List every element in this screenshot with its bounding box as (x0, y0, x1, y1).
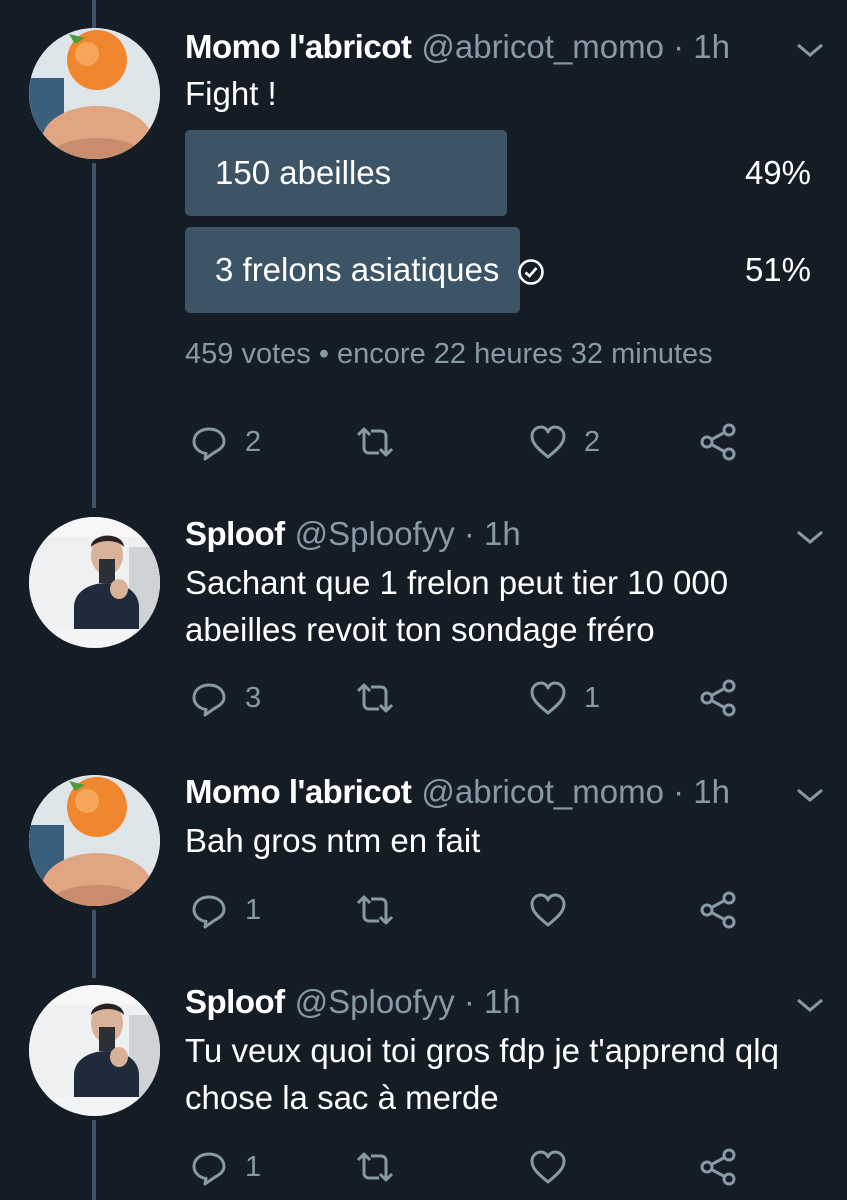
tweet-header: Momo l'abricot @abricot_momo · 1h (185, 28, 730, 72)
tweet-header: Momo l'abricot @abricot_momo · 1h (185, 773, 730, 817)
check-circle-icon (518, 259, 545, 286)
poll-option-text: 3 frelons asiatiques (215, 251, 500, 288)
share-button[interactable] (698, 1142, 738, 1192)
tweet-text: Tu veux quoi toi gros fdp je t'apprend q… (185, 1032, 779, 1116)
reply-icon (192, 1152, 226, 1186)
author-handle[interactable]: @Sploofyy · 1h (295, 515, 521, 553)
retweet-button[interactable] (355, 885, 411, 935)
like-button[interactable]: 1 (528, 673, 600, 723)
tweet-text: Sachant que 1 frelon peut tier 10 000 ab… (185, 564, 729, 648)
tweet[interactable]: Sploof @Sploofyy · 1h Tu veux quoi toi g… (0, 983, 847, 1200)
reply-count: 1 (245, 893, 262, 926)
tweet-header: Sploof @Sploofyy · 1h (185, 983, 521, 1027)
reply-button[interactable]: 3 (189, 673, 261, 723)
avatar[interactable] (29, 775, 160, 906)
tweet-actions: 1 (185, 1142, 745, 1192)
avatar[interactable] (29, 985, 160, 1116)
like-icon (530, 681, 566, 715)
poll-meta: 459 votes • encore 22 heures 32 minutes (185, 338, 713, 370)
author-handle[interactable]: @abricot_momo · 1h (421, 773, 730, 811)
retweet-icon (356, 683, 394, 713)
retweet-button[interactable] (355, 1142, 411, 1192)
poll-option-percent: 51% (744, 251, 811, 288)
reply-icon (192, 895, 226, 929)
tweet-actions: 1 (185, 885, 745, 935)
share-icon (700, 1148, 736, 1186)
share-button[interactable] (698, 673, 738, 723)
reply-count: 3 (245, 681, 262, 714)
author-handle[interactable]: @Sploofyy · 1h (295, 983, 521, 1021)
reply-count: 2 (245, 425, 262, 458)
poll-option-percent: 49% (744, 154, 811, 191)
like-button[interactable] (528, 1142, 584, 1192)
like-icon (530, 1150, 566, 1184)
retweet-button[interactable] (355, 417, 411, 467)
author-name[interactable]: Momo l'abricot (185, 773, 412, 811)
avatar-apricot-image (29, 775, 160, 906)
like-count: 1 (584, 681, 601, 714)
share-icon (700, 423, 736, 461)
retweet-icon (356, 895, 394, 925)
retweet-button[interactable] (355, 673, 411, 723)
share-icon (700, 679, 736, 717)
tweet[interactable]: Momo l'abricot @abricot_momo · 1h Bah gr… (0, 773, 847, 963)
avatar-apricot-image (29, 28, 160, 159)
poll-option-label: 3 frelons asiatiques (215, 227, 545, 313)
like-count: 2 (584, 425, 601, 458)
avatar[interactable] (29, 28, 160, 159)
share-button[interactable] (698, 417, 738, 467)
tweet-text: Bah gros ntm en fait (185, 822, 481, 859)
poll-option-label: 150 abeilles (215, 154, 392, 191)
tweet-header: Sploof @Sploofyy · 1h (185, 515, 521, 559)
like-icon (530, 893, 566, 927)
retweet-icon (356, 1152, 394, 1182)
reply-icon (192, 427, 226, 461)
author-handle[interactable]: @abricot_momo · 1h (421, 28, 730, 66)
author-name[interactable]: Sploof (185, 515, 285, 553)
author-name[interactable]: Momo l'abricot (185, 28, 412, 66)
tweet-text: Fight ! (185, 75, 277, 112)
chevron-down-icon[interactable] (795, 40, 825, 60)
author-name[interactable]: Sploof (185, 983, 285, 1021)
reply-button[interactable]: 1 (189, 885, 261, 935)
reply-icon (192, 683, 226, 717)
tweet[interactable]: Sploof @Sploofyy · 1h Sachant que 1 frel… (0, 515, 847, 745)
avatar-photo-image (29, 985, 160, 1116)
tweet[interactable]: Momo l'abricot @abricot_momo · 1h Fight … (0, 28, 847, 488)
chevron-down-icon[interactable] (795, 785, 825, 805)
avatar[interactable] (29, 517, 160, 648)
poll-option: 3 frelons asiatiques 51% (185, 227, 811, 313)
tweet-actions: 3 1 (185, 673, 745, 723)
like-icon (530, 425, 566, 459)
tweet-actions: 2 2 (185, 417, 745, 467)
like-button[interactable]: 2 (528, 417, 600, 467)
avatar-photo-image (29, 517, 160, 648)
share-button[interactable] (698, 885, 738, 935)
chevron-down-icon[interactable] (795, 995, 825, 1015)
thread-line (92, 0, 96, 28)
poll-option: 150 abeilles 49% (185, 130, 811, 216)
reply-button[interactable]: 1 (189, 1142, 261, 1192)
reply-button[interactable]: 2 (189, 417, 261, 467)
chevron-down-icon[interactable] (795, 527, 825, 547)
reply-count: 1 (245, 1150, 262, 1183)
share-icon (700, 891, 736, 929)
retweet-icon (356, 427, 394, 457)
like-button[interactable] (528, 885, 584, 935)
